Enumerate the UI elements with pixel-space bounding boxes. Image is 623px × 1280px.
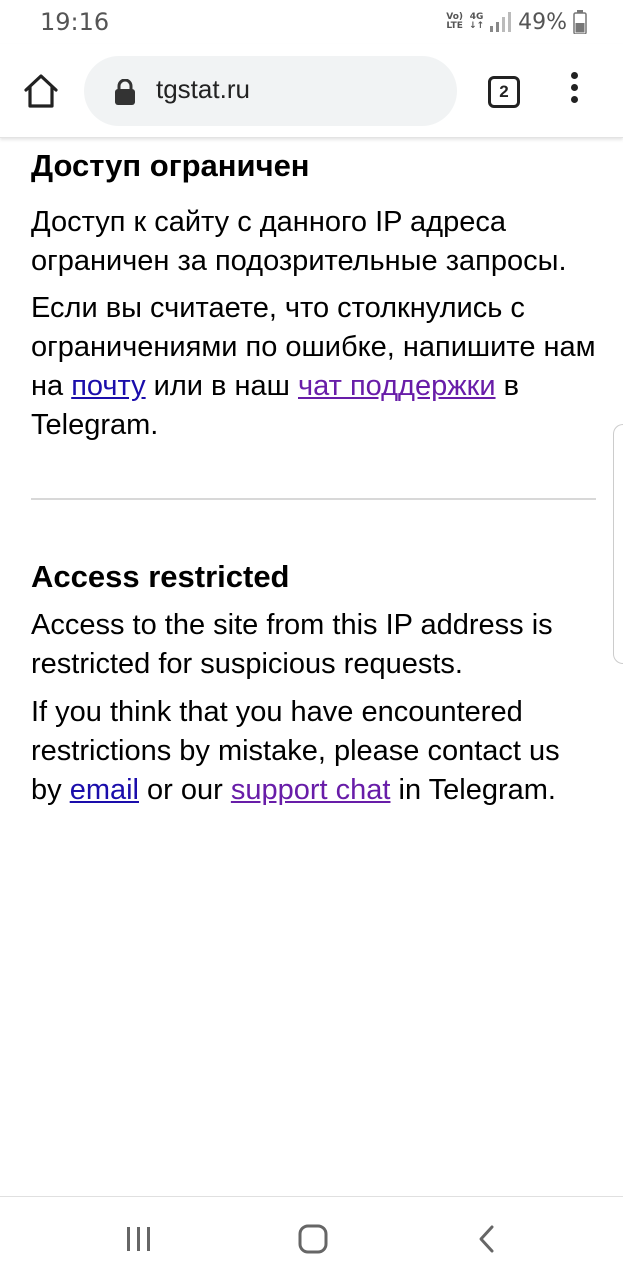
address-bar[interactable]: tgstat.ru <box>84 56 457 126</box>
section-divider <box>31 498 596 500</box>
home-nav-icon <box>298 1224 328 1254</box>
back-icon <box>479 1225 494 1253</box>
support-chat-link-ru[interactable]: чат поддержки <box>298 370 496 402</box>
email-link-en[interactable]: email <box>70 774 139 806</box>
home-icon <box>24 74 58 108</box>
status-time: 19:16 <box>40 8 110 36</box>
browser-toolbar: tgstat.ru 2 <box>0 44 623 138</box>
paragraph-en-2-text-c: in Telegram. <box>390 774 556 806</box>
recent-apps-button[interactable] <box>124 1219 154 1259</box>
heading-en: Access restricted <box>31 559 290 594</box>
heading-ru: Доступ ограничен <box>31 148 310 183</box>
status-icons: Vo) LTE 4G ↓↑ 49% <box>446 8 587 36</box>
support-chat-link-en[interactable]: support chat <box>231 774 391 806</box>
tab-switcher-button[interactable]: 2 <box>488 76 520 108</box>
home-nav-button[interactable] <box>296 1219 330 1259</box>
network-4g-badge: 4G ↓↑ <box>469 12 485 31</box>
scroll-handle[interactable] <box>613 424 623 664</box>
recent-apps-icon <box>127 1227 150 1251</box>
battery-icon <box>573 10 587 34</box>
paragraph-en-2-text-b: or our <box>139 774 231 806</box>
system-nav-bar <box>0 1196 623 1280</box>
home-button[interactable] <box>20 70 62 112</box>
email-link-ru[interactable]: почту <box>71 370 145 402</box>
signal-icon <box>490 12 512 32</box>
paragraph-ru-1: Доступ к сайту с данного IP адреса огран… <box>31 206 567 277</box>
battery-percent: 49% <box>518 9 567 35</box>
status-bar: 19:16 Vo) LTE 4G ↓↑ 49% <box>0 0 623 44</box>
url-text: tgstat.ru <box>156 74 250 104</box>
paragraph-ru-2: Если вы считаете, что столкнулись с огра… <box>31 289 596 445</box>
page-content: Доступ ограничен Доступ к сайту с данног… <box>31 138 596 810</box>
volte-badge: Vo) LTE <box>446 12 463 31</box>
paragraph-en-1: Access to the site from this IP address … <box>31 609 553 680</box>
back-button[interactable] <box>474 1219 500 1259</box>
paragraph-en-2: If you think that you have encountered r… <box>31 693 596 810</box>
lock-icon <box>115 79 135 105</box>
paragraph-ru-2-text-b: или в наш <box>145 370 298 402</box>
more-vert-icon[interactable] <box>560 72 588 112</box>
